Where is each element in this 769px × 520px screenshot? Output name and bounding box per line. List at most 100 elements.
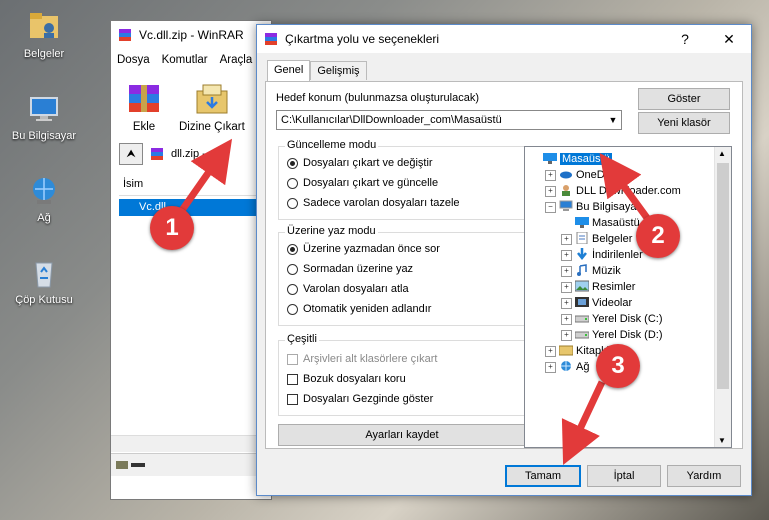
tree-item[interactable]: + Videolar bbox=[561, 295, 632, 311]
tab-general[interactable]: Genel bbox=[267, 60, 311, 81]
add-button[interactable]: Ekle bbox=[123, 81, 165, 133]
update-mode-option[interactable]: Sadece varolan dosyaları tazele bbox=[287, 197, 460, 209]
drive-icon bbox=[574, 312, 590, 327]
update-mode-option[interactable]: Dosyaları çıkart ve güncelle bbox=[287, 177, 438, 189]
expand-icon[interactable]: + bbox=[561, 233, 572, 245]
expand-icon[interactable]: + bbox=[561, 313, 572, 325]
menu-item-commands[interactable]: Komutlar bbox=[162, 54, 208, 66]
option-label: Sormadan üzerine yaz bbox=[303, 263, 414, 275]
menu-item-tools[interactable]: Araçla bbox=[220, 54, 253, 66]
tree-item-label: OneDrive bbox=[576, 169, 623, 181]
tree-item[interactable]: + Belgeler bbox=[561, 231, 632, 247]
ok-button[interactable]: Tamam bbox=[505, 465, 581, 487]
tab-advanced[interactable]: Gelişmiş bbox=[310, 61, 367, 80]
misc-option[interactable]: Dosyaları Gezginde göster bbox=[287, 393, 433, 405]
chevron-down-icon[interactable]: ▼ bbox=[605, 115, 621, 125]
overwrite-mode-option[interactable]: Otomatik yeniden adlandır bbox=[287, 303, 431, 315]
folder-tree[interactable]: Masaüstü + OneDrive + DLL Downloader.com − Bu … bbox=[524, 146, 732, 448]
tree-item[interactable]: + Resimler bbox=[561, 279, 635, 295]
dialog-title-bar[interactable]: Çıkartma yolu ve seçenekleri ? ✕ bbox=[257, 25, 751, 53]
expand-icon[interactable]: + bbox=[561, 249, 572, 261]
cancel-button[interactable]: İptal bbox=[587, 465, 661, 487]
radio-button[interactable] bbox=[287, 283, 298, 295]
general-tab-panel: Hedef konum (bulunmazsa oluşturulacak) C… bbox=[265, 81, 743, 449]
collapse-icon[interactable]: − bbox=[545, 201, 556, 213]
winrar-title: Vc.dll.zip - WinRAR bbox=[139, 28, 244, 42]
desktop-icon-recycle-bin[interactable]: Çöp Kutusu bbox=[8, 256, 80, 306]
vertical-scrollbar[interactable]: ▲ ▼ bbox=[714, 147, 731, 447]
annotation-badge-3: 3 bbox=[596, 344, 640, 388]
radio-button[interactable] bbox=[287, 157, 298, 169]
tree-item-label: Bu Bilgisayar bbox=[576, 201, 641, 213]
tree-item-label: Ağ bbox=[576, 361, 590, 373]
show-button[interactable]: Göster bbox=[638, 88, 730, 110]
documents-icon bbox=[575, 231, 589, 247]
update-mode-title: Güncelleme modu bbox=[285, 139, 379, 151]
radio-button[interactable] bbox=[287, 263, 298, 275]
winrar-app-icon bbox=[119, 29, 131, 41]
horizontal-scrollbar[interactable] bbox=[111, 435, 271, 452]
expand-icon[interactable]: + bbox=[561, 265, 572, 277]
extract-to-button[interactable]: Dizine Çıkart bbox=[179, 81, 245, 133]
desktop-icon-documents[interactable]: Belgeler bbox=[8, 10, 80, 60]
tree-item[interactable]: Masaüstü bbox=[561, 215, 640, 231]
extraction-dialog[interactable]: Çıkartma yolu ve seçenekleri ? ✕ Genel G… bbox=[256, 24, 752, 496]
update-mode-option[interactable]: Dosyaları çıkart ve değiştir bbox=[287, 157, 433, 169]
save-settings-button[interactable]: Ayarları kaydet bbox=[278, 424, 526, 446]
scroll-up-icon[interactable]: ▲ bbox=[718, 149, 726, 158]
scroll-down-icon[interactable]: ▼ bbox=[718, 436, 726, 445]
expand-icon[interactable]: + bbox=[545, 185, 556, 197]
new-folder-button[interactable]: Yeni klasör bbox=[638, 112, 730, 134]
pictures-icon bbox=[574, 280, 590, 295]
desktop-icon-computer[interactable]: Bu Bilgisayar bbox=[8, 92, 80, 142]
menu-item-file[interactable]: Dosya bbox=[117, 54, 150, 66]
expand-icon[interactable]: + bbox=[561, 329, 572, 341]
radio-button[interactable] bbox=[287, 303, 298, 315]
tree-item-label: İndirilenler bbox=[592, 249, 643, 261]
misc-group: Çeşitli Arşivleri alt klasörlere çıkart … bbox=[278, 333, 528, 416]
status-bar bbox=[111, 453, 271, 476]
address-path[interactable]: dll.zip - bbox=[171, 148, 206, 160]
misc-option[interactable]: Bozuk dosyaları koru bbox=[287, 373, 406, 385]
checkbox[interactable] bbox=[287, 373, 298, 385]
close-button[interactable]: ✕ bbox=[707, 31, 751, 48]
option-label: Sadece varolan dosyaları tazele bbox=[303, 197, 460, 209]
tree-item[interactable]: + OneDrive bbox=[545, 167, 622, 183]
checkbox[interactable] bbox=[287, 393, 298, 405]
list-item[interactable]: Vc.dll bbox=[119, 199, 269, 216]
radio-button[interactable] bbox=[287, 177, 298, 189]
radio-button[interactable] bbox=[287, 243, 298, 255]
column-header-name[interactable]: İsim bbox=[119, 173, 271, 196]
overwrite-mode-option[interactable]: Üzerine yazmadan önce sor bbox=[287, 243, 440, 255]
tree-item[interactable]: − Bu Bilgisayar bbox=[545, 199, 640, 215]
expand-icon[interactable]: + bbox=[561, 297, 572, 309]
overwrite-mode-option[interactable]: Sormadan üzerine yaz bbox=[287, 263, 413, 275]
tree-item[interactable]: + Yerel Disk (D:) bbox=[561, 327, 663, 343]
tree-item[interactable]: + DLL Downloader.com bbox=[545, 183, 681, 199]
tree-item[interactable]: Masaüstü bbox=[529, 151, 612, 167]
expand-icon[interactable]: + bbox=[545, 345, 556, 357]
tree-item[interactable]: + Ağ bbox=[545, 359, 589, 375]
help-title-button[interactable]: ? bbox=[663, 31, 707, 48]
tree-item-label: Masaüstü bbox=[560, 153, 612, 165]
tree-item[interactable]: + Yerel Disk (C:) bbox=[561, 311, 663, 327]
overwrite-mode-title: Üzerine yaz modu bbox=[285, 225, 378, 237]
scrollbar-thumb[interactable] bbox=[717, 163, 729, 389]
winrar-window[interactable]: Vc.dll.zip - WinRAR Dosya Komutlar Araçl… bbox=[110, 20, 272, 500]
expand-icon[interactable]: + bbox=[561, 281, 572, 293]
destination-path-combo[interactable]: C:\Kullanıcılar\DllDownloader_com\Masaüs… bbox=[276, 110, 622, 130]
desktop-icon-label: Çöp Kutusu bbox=[15, 294, 73, 306]
tree-item[interactable]: + Müzik bbox=[561, 263, 621, 279]
up-folder-button[interactable]: ⮝ bbox=[119, 143, 143, 165]
expand-icon[interactable]: + bbox=[545, 169, 556, 181]
help-button[interactable]: Yardım bbox=[667, 465, 741, 487]
radio-button[interactable] bbox=[287, 197, 298, 209]
desktop-icon-network[interactable]: Ağ bbox=[8, 174, 80, 224]
annotation-badge-2: 2 bbox=[636, 214, 680, 258]
expand-icon[interactable]: + bbox=[545, 361, 556, 373]
winrar-title-bar[interactable]: Vc.dll.zip - WinRAR bbox=[111, 21, 271, 49]
tree-item[interactable]: + İndirilenler bbox=[561, 247, 643, 263]
overwrite-mode-option[interactable]: Varolan dosyaları atla bbox=[287, 283, 409, 295]
user-icon bbox=[559, 184, 573, 199]
network-icon bbox=[559, 360, 573, 375]
